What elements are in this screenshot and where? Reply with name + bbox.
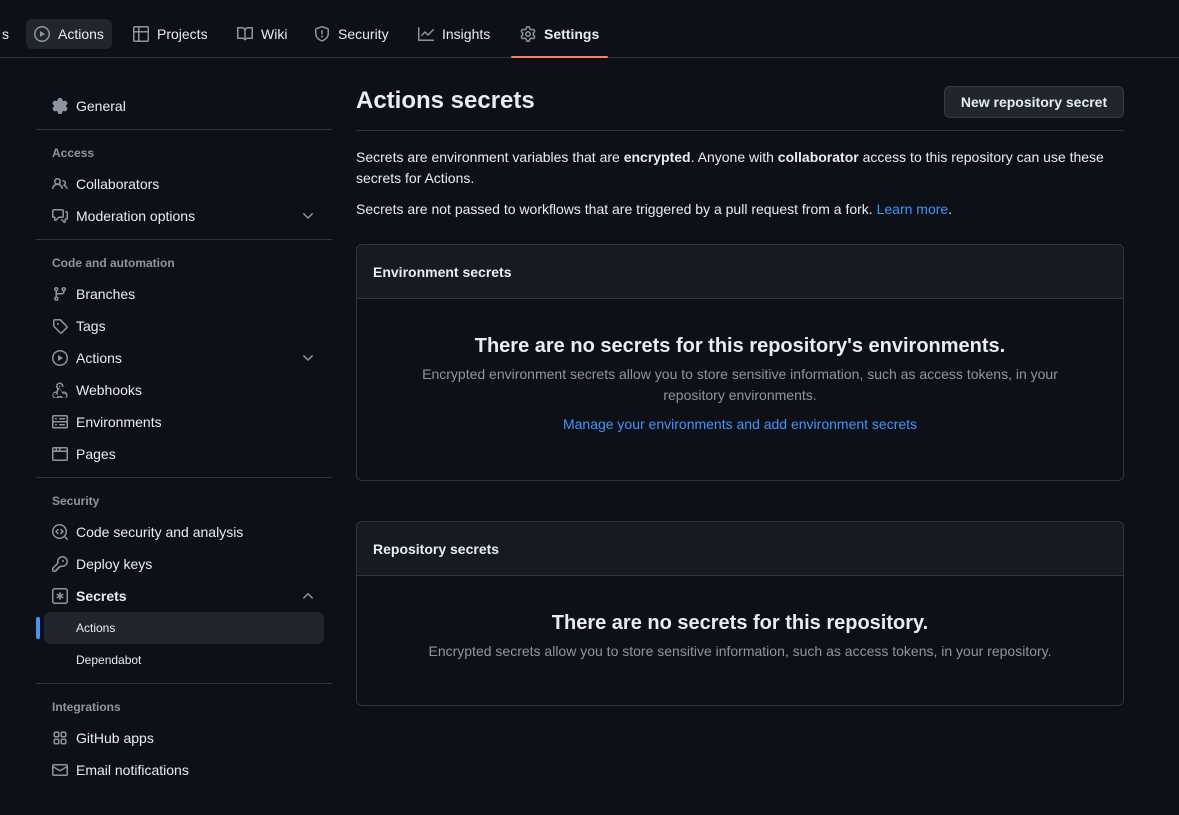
graph-icon — [418, 26, 434, 42]
key-icon — [52, 556, 68, 572]
mail-icon — [52, 762, 68, 778]
tab-actions[interactable]: Actions — [26, 19, 112, 49]
sidebar-item-label: Dependabot — [76, 653, 142, 667]
tab-label: Security — [338, 26, 389, 42]
sidebar-item-moderation-options[interactable]: Moderation options — [44, 200, 324, 232]
shield-icon — [314, 26, 330, 42]
sidebar-item-deploy-keys[interactable]: Deploy keys — [44, 548, 324, 580]
sidebar-item-general[interactable]: General — [44, 90, 324, 122]
codescan-icon — [52, 524, 68, 540]
tab-insights[interactable]: Insights — [410, 19, 498, 49]
blankslate-title: There are no secrets for this repository… — [551, 612, 929, 634]
sidebar-item-secrets-actions[interactable]: Actions — [44, 612, 324, 644]
sidebar-item-label: Webhooks — [76, 382, 142, 398]
title-divider — [356, 130, 1124, 131]
sidebar-item-label: Actions — [76, 621, 116, 635]
tab-label: Settings — [544, 26, 600, 42]
sidebar-item-email-notifications[interactable]: Email notifications — [44, 754, 324, 786]
server-icon — [52, 414, 68, 430]
box-header: Environment secrets — [357, 245, 1123, 299]
sidebar-item-label: Tags — [76, 318, 106, 334]
comment-discussion-icon — [52, 208, 68, 224]
sidebar-item-label: Pages — [76, 446, 116, 462]
selected-tab-underline — [511, 56, 608, 58]
sidebar-item-collaborators[interactable]: Collaborators — [44, 168, 324, 200]
sidebar-heading-access: Access — [52, 146, 95, 160]
browser-icon — [52, 446, 68, 462]
sidebar-divider — [36, 683, 332, 684]
sidebar-divider — [36, 239, 332, 240]
learn-more-link[interactable]: Learn more — [877, 201, 949, 217]
sidebar-item-branches[interactable]: Branches — [44, 278, 324, 310]
sidebar-item-label: Deploy keys — [76, 556, 153, 572]
sidebar-item-secrets-dependabot[interactable]: Dependabot — [44, 644, 324, 676]
sidebar-heading-security: Security — [52, 494, 100, 508]
page-title: Actions secrets — [356, 87, 535, 114]
environment-secrets-box: Environment secrets There are no secrets… — [356, 244, 1124, 481]
sidebar-item-label: Code security and analysis — [76, 524, 244, 540]
sidebar-item-pages[interactable]: Pages — [44, 438, 324, 470]
chevron-down-icon — [300, 350, 316, 366]
new-repository-secret-button[interactable]: New repository secret — [944, 86, 1124, 118]
apps-icon — [52, 730, 68, 746]
tab-settings[interactable]: Settings — [512, 19, 607, 49]
key-asterisk-icon — [52, 588, 68, 604]
sidebar-item-tags[interactable]: Tags — [44, 310, 324, 342]
people-icon — [52, 176, 68, 192]
active-item-indicator — [36, 617, 40, 639]
manage-environments-link[interactable]: Manage your environments and add environ… — [357, 416, 1123, 432]
sidebar-divider — [36, 477, 332, 478]
sidebar-item-webhooks[interactable]: Webhooks — [44, 374, 324, 406]
sidebar-item-actions[interactable]: Actions — [44, 342, 324, 374]
repository-secrets-box: Repository secrets There are no secrets … — [356, 521, 1124, 706]
sidebar-item-label: GitHub apps — [76, 730, 154, 746]
intro-paragraph: Secrets are environment variables that a… — [356, 149, 1104, 186]
sidebar-divider — [36, 129, 332, 130]
git-branch-icon — [52, 286, 68, 302]
box-header: Repository secrets — [357, 522, 1123, 576]
tab-label: s — [2, 26, 9, 42]
play-circle-icon — [52, 350, 68, 366]
book-icon — [237, 26, 253, 42]
sidebar-item-environments[interactable]: Environments — [44, 406, 324, 438]
tab-label: Projects — [157, 26, 208, 42]
tab-label: Wiki — [261, 26, 288, 42]
tab-code[interactable]: s — [0, 19, 17, 49]
sidebar-item-label: General — [76, 98, 126, 114]
repo-nav: s Actions Projects Wiki Security Insight… — [0, 0, 1179, 58]
sidebar-item-label: Actions — [76, 350, 122, 366]
sidebar-item-label: Email notifications — [76, 762, 189, 778]
sidebar-item-secrets[interactable]: Secrets — [44, 580, 324, 612]
tab-security[interactable]: Security — [306, 19, 397, 49]
table-icon — [133, 26, 149, 42]
play-circle-icon — [34, 26, 50, 42]
tab-label: Actions — [58, 26, 104, 42]
sidebar-item-github-apps[interactable]: GitHub apps — [44, 722, 324, 754]
fork-note-paragraph: Secrets are not passed to workflows that… — [356, 201, 953, 217]
sidebar-item-code-security[interactable]: Code security and analysis — [44, 516, 324, 548]
sidebar-item-label: Branches — [76, 286, 136, 302]
tag-icon — [52, 318, 68, 334]
blankslate-title: There are no secrets for this repository… — [474, 335, 1006, 357]
chevron-down-icon — [300, 208, 316, 224]
sidebar-item-label: Moderation options — [76, 208, 196, 224]
webhook-icon — [52, 382, 68, 398]
tab-wiki[interactable]: Wiki — [229, 19, 295, 49]
blankslate-description: Encrypted environment secrets allow you … — [422, 366, 1058, 403]
gear-icon — [52, 98, 68, 114]
sidebar-heading-integrations: Integrations — [52, 700, 121, 714]
sidebar-item-label: Secrets — [76, 588, 127, 604]
gear-icon — [520, 26, 536, 42]
sidebar-item-label: Collaborators — [76, 176, 160, 192]
sidebar-heading-code-automation: Code and automation — [52, 256, 175, 270]
chevron-up-icon — [300, 588, 316, 604]
blankslate-description: Encrypted secrets allow you to store sen… — [428, 643, 1052, 659]
sidebar-item-label: Environments — [76, 414, 162, 430]
tab-label: Insights — [442, 26, 491, 42]
tab-projects[interactable]: Projects — [125, 19, 216, 49]
